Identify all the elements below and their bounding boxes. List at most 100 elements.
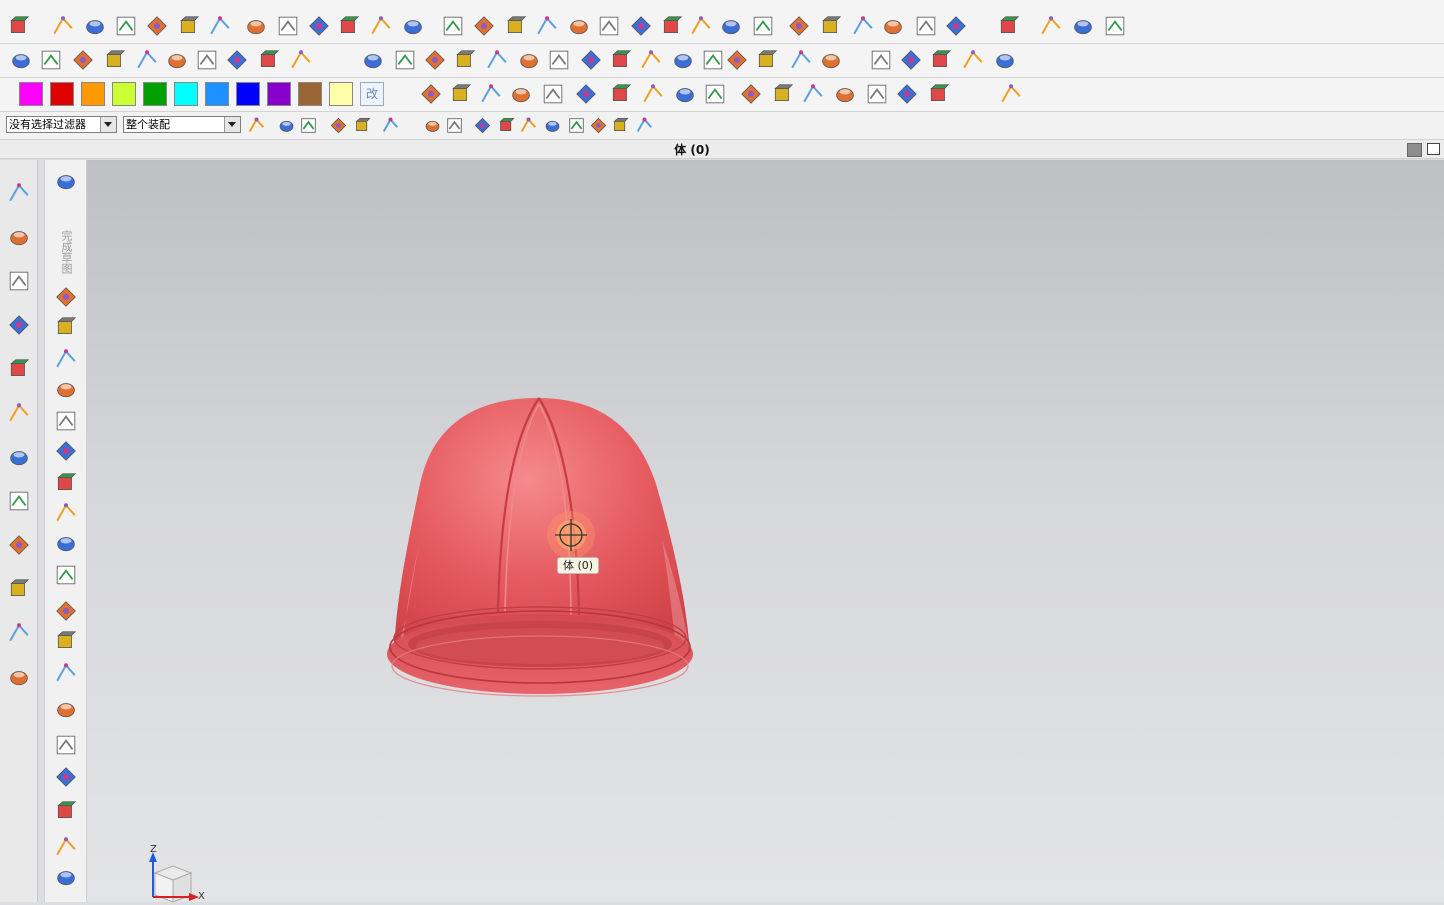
- surface-icon[interactable]: [612, 50, 632, 68]
- studio-spline-icon[interactable]: [56, 503, 76, 522]
- offset-face-icon[interactable]: [789, 16, 809, 36]
- snap-icon[interactable]: [452, 84, 472, 102]
- rib-icon[interactable]: [443, 16, 463, 36]
- subtract-icon[interactable]: [884, 20, 902, 35]
- bell-body[interactable]: [387, 397, 693, 697]
- boss-icon[interactable]: [278, 16, 298, 36]
- reuse-library-icon[interactable]: [9, 315, 29, 335]
- face-blend-icon[interactable]: [791, 50, 811, 69]
- measure-angle-icon[interactable]: [395, 50, 415, 70]
- snap-center-icon[interactable]: [520, 117, 537, 132]
- flag-icon[interactable]: [705, 84, 725, 104]
- snap-point-icon[interactable]: [569, 118, 584, 133]
- select-edge-icon[interactable]: [330, 117, 347, 134]
- curvature-icon[interactable]: [932, 50, 952, 68]
- block-icon[interactable]: [53, 16, 73, 35]
- constraint-icon[interactable]: [56, 767, 76, 787]
- intersect-icon[interactable]: [916, 16, 936, 36]
- snap-on-face-icon[interactable]: [613, 117, 629, 132]
- point-icon[interactable]: [57, 537, 75, 552]
- circle-icon[interactable]: [57, 383, 75, 398]
- web-browser-icon[interactable]: [9, 403, 29, 422]
- component-icon[interactable]: [1041, 16, 1061, 35]
- info-icon[interactable]: [10, 359, 30, 377]
- align-icon[interactable]: [576, 84, 596, 104]
- draft-icon[interactable]: [599, 16, 619, 36]
- split-body-icon[interactable]: [722, 20, 740, 35]
- cylinder-icon[interactable]: [86, 20, 104, 35]
- trim-sheet-icon[interactable]: [822, 54, 840, 69]
- offset-icon[interactable]: [57, 703, 75, 718]
- new-file-icon[interactable]: [10, 16, 30, 34]
- filter-dropdown[interactable]: 没有选择过滤器: [6, 116, 117, 133]
- blend-icon[interactable]: [507, 16, 527, 34]
- select-body-icon[interactable]: [382, 117, 399, 132]
- snap-end-icon[interactable]: [425, 120, 440, 132]
- chamfer-icon[interactable]: [56, 441, 76, 461]
- point-icon[interactable]: [836, 88, 854, 103]
- select-icon[interactable]: [279, 120, 294, 132]
- view-icon[interactable]: [996, 54, 1014, 69]
- through-curves-icon[interactable]: [674, 54, 692, 69]
- assembly-navigator-icon[interactable]: [9, 271, 29, 291]
- dimension-icon[interactable]: [487, 50, 507, 69]
- unite-icon[interactable]: [853, 16, 873, 35]
- view-maximize-icon[interactable]: [1427, 143, 1440, 155]
- cone-icon[interactable]: [116, 16, 136, 36]
- constraint-navigator-icon[interactable]: [10, 231, 28, 246]
- box-icon[interactable]: [481, 84, 501, 103]
- palette-icon[interactable]: [9, 535, 29, 555]
- sew-icon[interactable]: [753, 16, 773, 36]
- snap-intersect-icon[interactable]: [499, 117, 515, 132]
- pocket-icon[interactable]: [309, 16, 329, 36]
- silhouette-icon[interactable]: [581, 50, 601, 70]
- groove-icon[interactable]: [404, 20, 422, 35]
- snap-quadrant-icon[interactable]: [545, 120, 560, 132]
- mesh-icon[interactable]: [641, 50, 661, 69]
- sketch-icon[interactable]: [57, 175, 75, 190]
- axes-icon[interactable]: [867, 84, 887, 104]
- rectangle-icon[interactable]: [73, 50, 93, 70]
- spline-icon[interactable]: [106, 50, 126, 68]
- arc-icon[interactable]: [56, 349, 76, 368]
- display-constraints-icon[interactable]: [56, 837, 76, 856]
- csys-icon[interactable]: [803, 84, 823, 103]
- wave-link-icon[interactable]: [946, 16, 966, 36]
- rectangle-icon[interactable]: [57, 473, 77, 491]
- assembly-icon[interactable]: [1000, 16, 1020, 34]
- shell-icon[interactable]: [570, 20, 588, 35]
- snap-all-icon[interactable]: [636, 117, 653, 132]
- swept-icon[interactable]: [703, 50, 723, 70]
- chamfer-icon[interactable]: [537, 16, 557, 35]
- constraint-icon[interactable]: [1074, 20, 1092, 35]
- datum-plane-icon[interactable]: [741, 84, 761, 104]
- explode-icon[interactable]: [1105, 16, 1125, 36]
- profile-icon[interactable]: [56, 287, 76, 307]
- f8-icon[interactable]: [897, 84, 917, 104]
- graphics-window[interactable]: Z X 体 (0): [87, 160, 1444, 902]
- grid-icon[interactable]: [425, 50, 445, 70]
- polygon-icon[interactable]: [168, 54, 186, 69]
- fill-surface-icon[interactable]: [758, 50, 778, 68]
- roles-icon[interactable]: [10, 579, 30, 597]
- convert-icon[interactable]: [57, 871, 75, 886]
- section-icon[interactable]: [549, 50, 569, 70]
- process-studio-icon[interactable]: [9, 623, 29, 642]
- sphere-icon[interactable]: [147, 16, 167, 36]
- make-corner-icon[interactable]: [56, 663, 76, 682]
- quick-trim-icon[interactable]: [56, 601, 76, 621]
- datum-axis-icon[interactable]: [774, 84, 794, 102]
- font-icon[interactable]: [421, 84, 441, 104]
- grid-display-icon[interactable]: [1001, 84, 1021, 103]
- snap-mid-icon[interactable]: [447, 118, 462, 133]
- polygon-icon[interactable]: [56, 565, 76, 585]
- fillet-icon[interactable]: [56, 411, 76, 431]
- scale-icon[interactable]: [822, 16, 842, 34]
- measure-distance-icon[interactable]: [364, 54, 382, 69]
- palette-icon[interactable]: [543, 84, 563, 104]
- arc-icon[interactable]: [41, 50, 61, 70]
- filter-icon[interactable]: [248, 117, 265, 132]
- snap-on-curve-icon[interactable]: [590, 117, 607, 134]
- snap-control-icon[interactable]: [474, 117, 491, 134]
- analysis-icon[interactable]: [456, 50, 476, 68]
